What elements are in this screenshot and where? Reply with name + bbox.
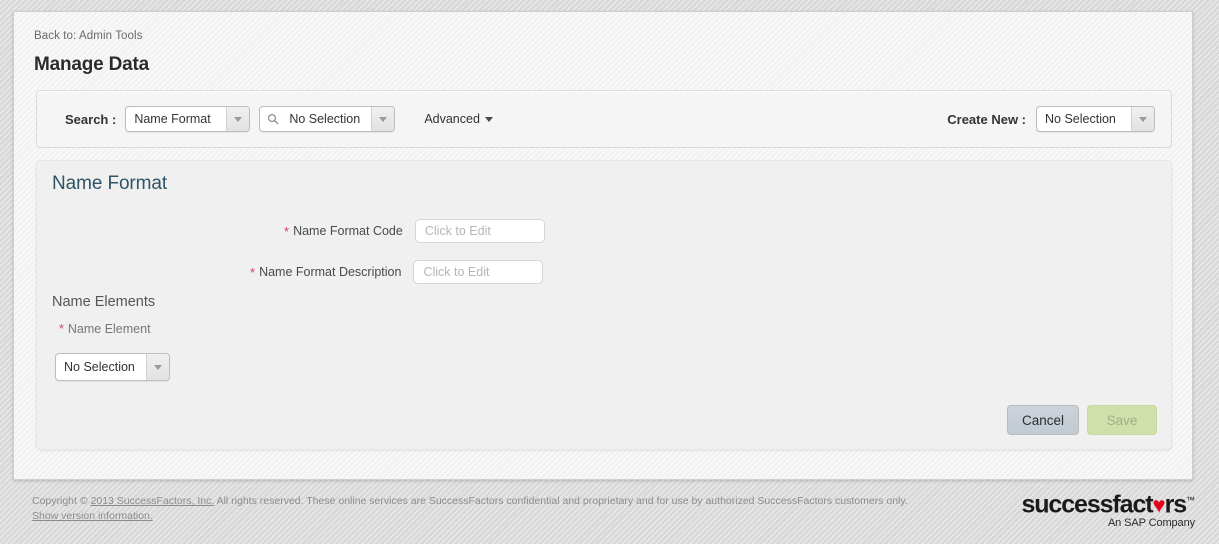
page-container: Back to: Admin Tools Manage Data Search … [13, 11, 1193, 480]
create-new-group: Create New : No Selection [947, 91, 1155, 147]
name-element-dropdown[interactable]: No Selection [55, 353, 170, 381]
search-toolbar: Search : Name Format No Selection Advanc… [36, 90, 1172, 148]
name-format-description-placeholder: Click to Edit [423, 265, 490, 279]
search-record-dropdown[interactable]: No Selection [259, 106, 396, 132]
footer-copyright: Copyright © 2013 SuccessFactors, Inc. Al… [32, 494, 932, 524]
create-new-dropdown[interactable]: No Selection [1036, 106, 1155, 132]
logo-word-part1: successfact [1021, 490, 1153, 519]
name-element-label-group: * Name Element [59, 322, 151, 336]
required-marker: * [250, 264, 256, 280]
name-format-description-input[interactable]: Click to Edit [413, 260, 544, 284]
heart-icon: ♥ [1152, 492, 1166, 518]
breadcrumb-back-link[interactable]: Back to: Admin Tools [34, 30, 143, 42]
copyright-company-link[interactable]: 2013 SuccessFactors, Inc. [91, 495, 215, 507]
name-format-code-placeholder: Click to Edit [424, 224, 491, 238]
logo-word-part2: rs [1164, 490, 1188, 519]
successfactors-logo: successfact♥rs™ An SAP Company [1021, 487, 1195, 529]
name-element-label: Name Element [67, 322, 151, 336]
required-marker: * [59, 322, 64, 336]
search-record-dropdown-value: No Selection [289, 112, 361, 126]
chevron-down-icon [1131, 107, 1154, 131]
trademark-symbol: ™ [1186, 495, 1195, 505]
logo-tagline: An SAP Company [1107, 517, 1195, 530]
form-row-name-format-code: * Name Format Code Click to Edit [284, 219, 545, 243]
search-object-dropdown-value: Name Format [134, 112, 211, 126]
advanced-search-toggle[interactable]: Advanced [424, 112, 493, 126]
save-button: Save [1087, 405, 1157, 435]
required-marker: * [284, 223, 290, 239]
chevron-down-icon [371, 107, 395, 131]
search-icon [260, 107, 281, 131]
chevron-down-icon [226, 107, 250, 131]
chevron-down-icon [484, 116, 493, 122]
panel-action-buttons: Cancel Save [1006, 405, 1157, 435]
page-title: Manage Data [34, 54, 150, 75]
search-label: Search : [65, 111, 117, 127]
name-format-code-input[interactable]: Click to Edit [414, 219, 545, 243]
name-element-dropdown-wrapper: No Selection [55, 353, 170, 381]
name-format-panel: Name Format * Name Format Code Click to … [36, 160, 1172, 450]
logo-wordmark: successfact♥rs™ [1021, 487, 1195, 518]
advanced-search-label: Advanced [424, 112, 480, 126]
chevron-down-icon [146, 354, 169, 380]
cancel-button[interactable]: Cancel [1006, 405, 1079, 435]
form-row-name-format-description: * Name Format Description Click to Edit [250, 260, 544, 284]
search-controls-group: Search : Name Format No Selection Advanc… [65, 91, 493, 147]
panel-heading: Name Format [52, 173, 168, 194]
copyright-prefix: Copyright © [32, 495, 91, 507]
create-new-dropdown-value: No Selection [1045, 112, 1116, 126]
show-version-information-link[interactable]: Show version information. [32, 510, 153, 522]
name-format-code-label: Name Format Code [293, 224, 403, 238]
search-object-dropdown[interactable]: Name Format [125, 106, 251, 132]
create-new-label: Create New : [947, 111, 1026, 127]
name-element-dropdown-value: No Selection [64, 360, 135, 374]
name-format-description-label: Name Format Description [259, 265, 402, 279]
copyright-suffix: All rights reserved. These online servic… [214, 495, 908, 507]
name-elements-section-heading: Name Elements [52, 294, 156, 310]
